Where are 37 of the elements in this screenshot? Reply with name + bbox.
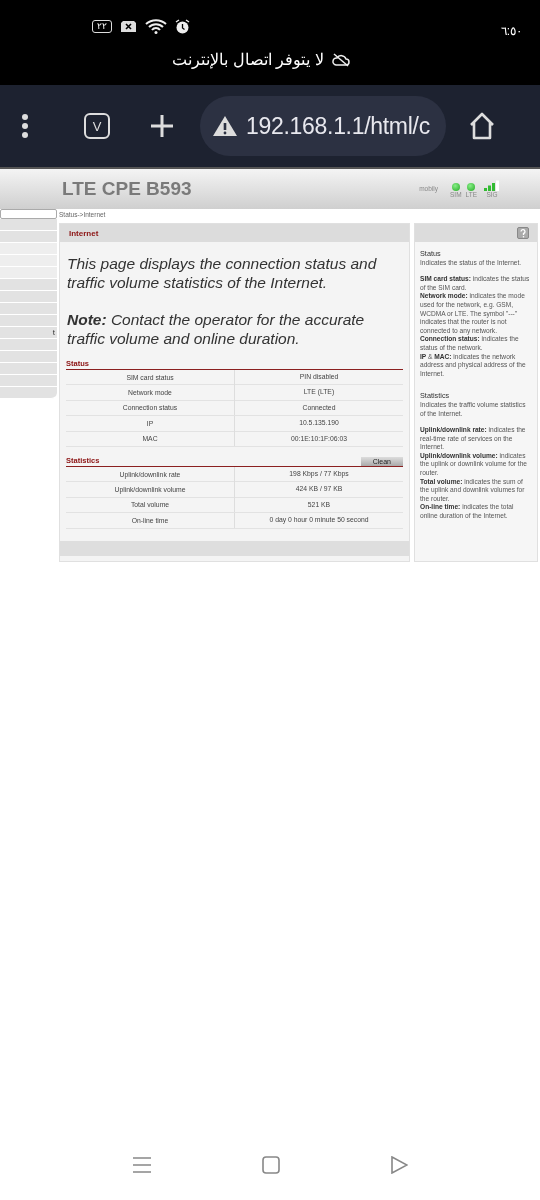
home-icon[interactable] (468, 112, 496, 140)
sidebar-item[interactable] (0, 375, 57, 387)
sidebar-item[interactable] (0, 339, 57, 351)
menu-dropdown[interactable] (0, 209, 57, 219)
sidebar-item[interactable] (0, 387, 57, 399)
intro-text: This page displays the connection status and traffic volume statistics of the Internet. (67, 254, 378, 292)
sidebar-item[interactable] (0, 363, 57, 375)
sidebar-item[interactable] (0, 243, 57, 255)
sidebar-item[interactable] (0, 267, 57, 279)
wifi-icon (145, 18, 167, 34)
address-bar[interactable]: 192.168.1.1/html/c (200, 96, 446, 156)
note-text: Note: Contact the operator for the accurate traffic volume and online duration. (67, 310, 366, 348)
router-title: LTE CPE B593 (62, 176, 192, 201)
battery-icon: ٢٢ (92, 19, 112, 33)
sidebar-item[interactable] (0, 279, 57, 291)
sim-error-icon (120, 19, 137, 33)
sidebar-item[interactable] (0, 303, 57, 315)
notification-text: لا يتوفر اتصال بالإنترنت (172, 50, 324, 71)
url-text: 192.168.1.1/html/c (246, 111, 430, 141)
home-button-icon[interactable] (262, 1156, 280, 1174)
warning-icon (212, 115, 238, 137)
sidebar-item[interactable] (0, 315, 57, 327)
clock-text: ٦:٥٠ (500, 23, 522, 40)
sidebar-item[interactable] (0, 291, 57, 303)
new-tab-icon[interactable] (150, 114, 174, 138)
sidebar-item[interactable] (0, 351, 57, 363)
sidebar-item[interactable]: t (0, 327, 57, 339)
help-icon[interactable] (517, 227, 529, 239)
tab-switcher-button[interactable]: V (84, 113, 110, 139)
back-icon[interactable] (390, 1156, 408, 1174)
sidebar-item[interactable] (0, 231, 57, 243)
panel-title: Internet (60, 224, 409, 242)
cloud-off-icon (331, 53, 350, 67)
alarm-icon (175, 18, 190, 34)
sidebar-item[interactable] (0, 219, 57, 231)
menu-icon[interactable] (22, 114, 28, 138)
recent-apps-icon[interactable] (132, 1156, 152, 1174)
